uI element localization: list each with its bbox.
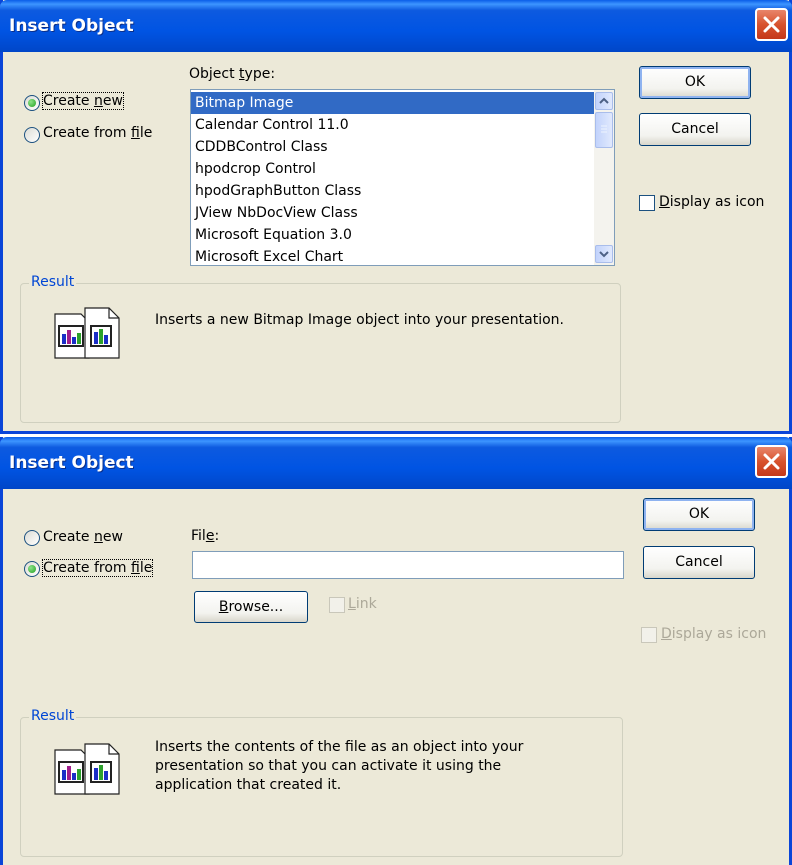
chart-document-icon bbox=[51, 304, 123, 366]
scroll-thumb[interactable] bbox=[595, 112, 613, 148]
list-item[interactable]: Microsoft Excel Chart bbox=[191, 246, 614, 265]
grip-icon bbox=[601, 125, 607, 133]
browse-button[interactable]: Browse... bbox=[194, 591, 308, 623]
file-path-input[interactable] bbox=[192, 551, 624, 579]
cancel-button[interactable]: Cancel bbox=[639, 113, 751, 146]
radio-create-from-file[interactable] bbox=[24, 561, 40, 577]
chart-document-icon bbox=[51, 740, 123, 802]
result-description: Inserts a new Bitmap Image object into y… bbox=[155, 312, 565, 328]
result-label: Result bbox=[29, 274, 77, 290]
display-as-icon-label[interactable]: Display as icon bbox=[659, 194, 764, 210]
result-label: Result bbox=[29, 708, 77, 724]
object-type-listbox[interactable]: Bitmap Image Calendar Control 11.0 CDDBC… bbox=[190, 89, 615, 266]
object-type-label: Object type: bbox=[189, 66, 276, 82]
close-button[interactable] bbox=[755, 8, 788, 41]
result-groupbox: Result Inserts the contents of the file … bbox=[20, 708, 623, 857]
list-item[interactable]: hpodcrop Control bbox=[191, 158, 614, 180]
title-bar[interactable]: Insert Object bbox=[0, 0, 792, 52]
result-line: application that created it. bbox=[155, 777, 342, 793]
display-as-icon-checkbox[interactable] bbox=[641, 627, 657, 643]
close-icon bbox=[763, 453, 780, 470]
chevron-up-icon bbox=[599, 97, 609, 104]
listbox-scrollbar[interactable] bbox=[594, 90, 614, 265]
insert-object-dialog-create-from-file: Insert Object Create new Create from fil… bbox=[0, 437, 792, 865]
scroll-up-button[interactable] bbox=[595, 92, 613, 110]
radio-create-new[interactable] bbox=[24, 530, 40, 546]
file-label: File: bbox=[191, 528, 220, 544]
list-item[interactable]: Bitmap Image bbox=[191, 92, 614, 114]
link-label[interactable]: Link bbox=[348, 596, 377, 612]
display-as-icon-label[interactable]: Display as icon bbox=[661, 626, 766, 642]
list-item[interactable]: CDDBControl Class bbox=[191, 136, 614, 158]
result-line: Inserts the contents of the file as an o… bbox=[155, 739, 524, 755]
chevron-down-icon bbox=[599, 251, 609, 258]
list-item[interactable]: Microsoft Equation 3.0 bbox=[191, 224, 614, 246]
radio-selected-dot bbox=[28, 565, 36, 573]
radio-create-new-label[interactable]: Create new bbox=[42, 92, 124, 110]
link-checkbox[interactable] bbox=[329, 597, 345, 613]
cancel-button[interactable]: Cancel bbox=[643, 546, 755, 579]
list-item[interactable]: Calendar Control 11.0 bbox=[191, 114, 614, 136]
title-bar[interactable]: Insert Object bbox=[0, 437, 792, 489]
result-description: Inserts the contents of the file as an o… bbox=[155, 738, 523, 795]
radio-create-new-label[interactable]: Create new bbox=[43, 529, 123, 545]
list-item[interactable]: hpodGraphButton Class bbox=[191, 180, 614, 202]
close-icon bbox=[763, 16, 780, 33]
display-as-icon-checkbox[interactable] bbox=[639, 195, 655, 211]
result-groupbox: Result Inserts a new Bitmap Image object… bbox=[20, 274, 621, 423]
radio-create-new[interactable] bbox=[24, 95, 40, 111]
ok-button[interactable]: OK bbox=[643, 498, 755, 531]
close-button[interactable] bbox=[755, 445, 788, 478]
radio-selected-dot bbox=[28, 99, 36, 107]
result-line: presentation so that you can activate it… bbox=[155, 758, 502, 774]
insert-object-dialog-create-new: Insert Object Create new Create from fil… bbox=[0, 0, 792, 434]
scroll-down-button[interactable] bbox=[595, 245, 613, 263]
list-item[interactable]: JView NbDocView Class bbox=[191, 202, 614, 224]
radio-create-from-file-label[interactable]: Create from file bbox=[43, 125, 152, 141]
dialog-title: Insert Object bbox=[9, 16, 134, 36]
radio-create-from-file-label[interactable]: Create from file bbox=[41, 559, 154, 577]
radio-create-from-file[interactable] bbox=[24, 127, 40, 143]
dialog-title: Insert Object bbox=[9, 453, 134, 473]
ok-button[interactable]: OK bbox=[639, 66, 751, 99]
